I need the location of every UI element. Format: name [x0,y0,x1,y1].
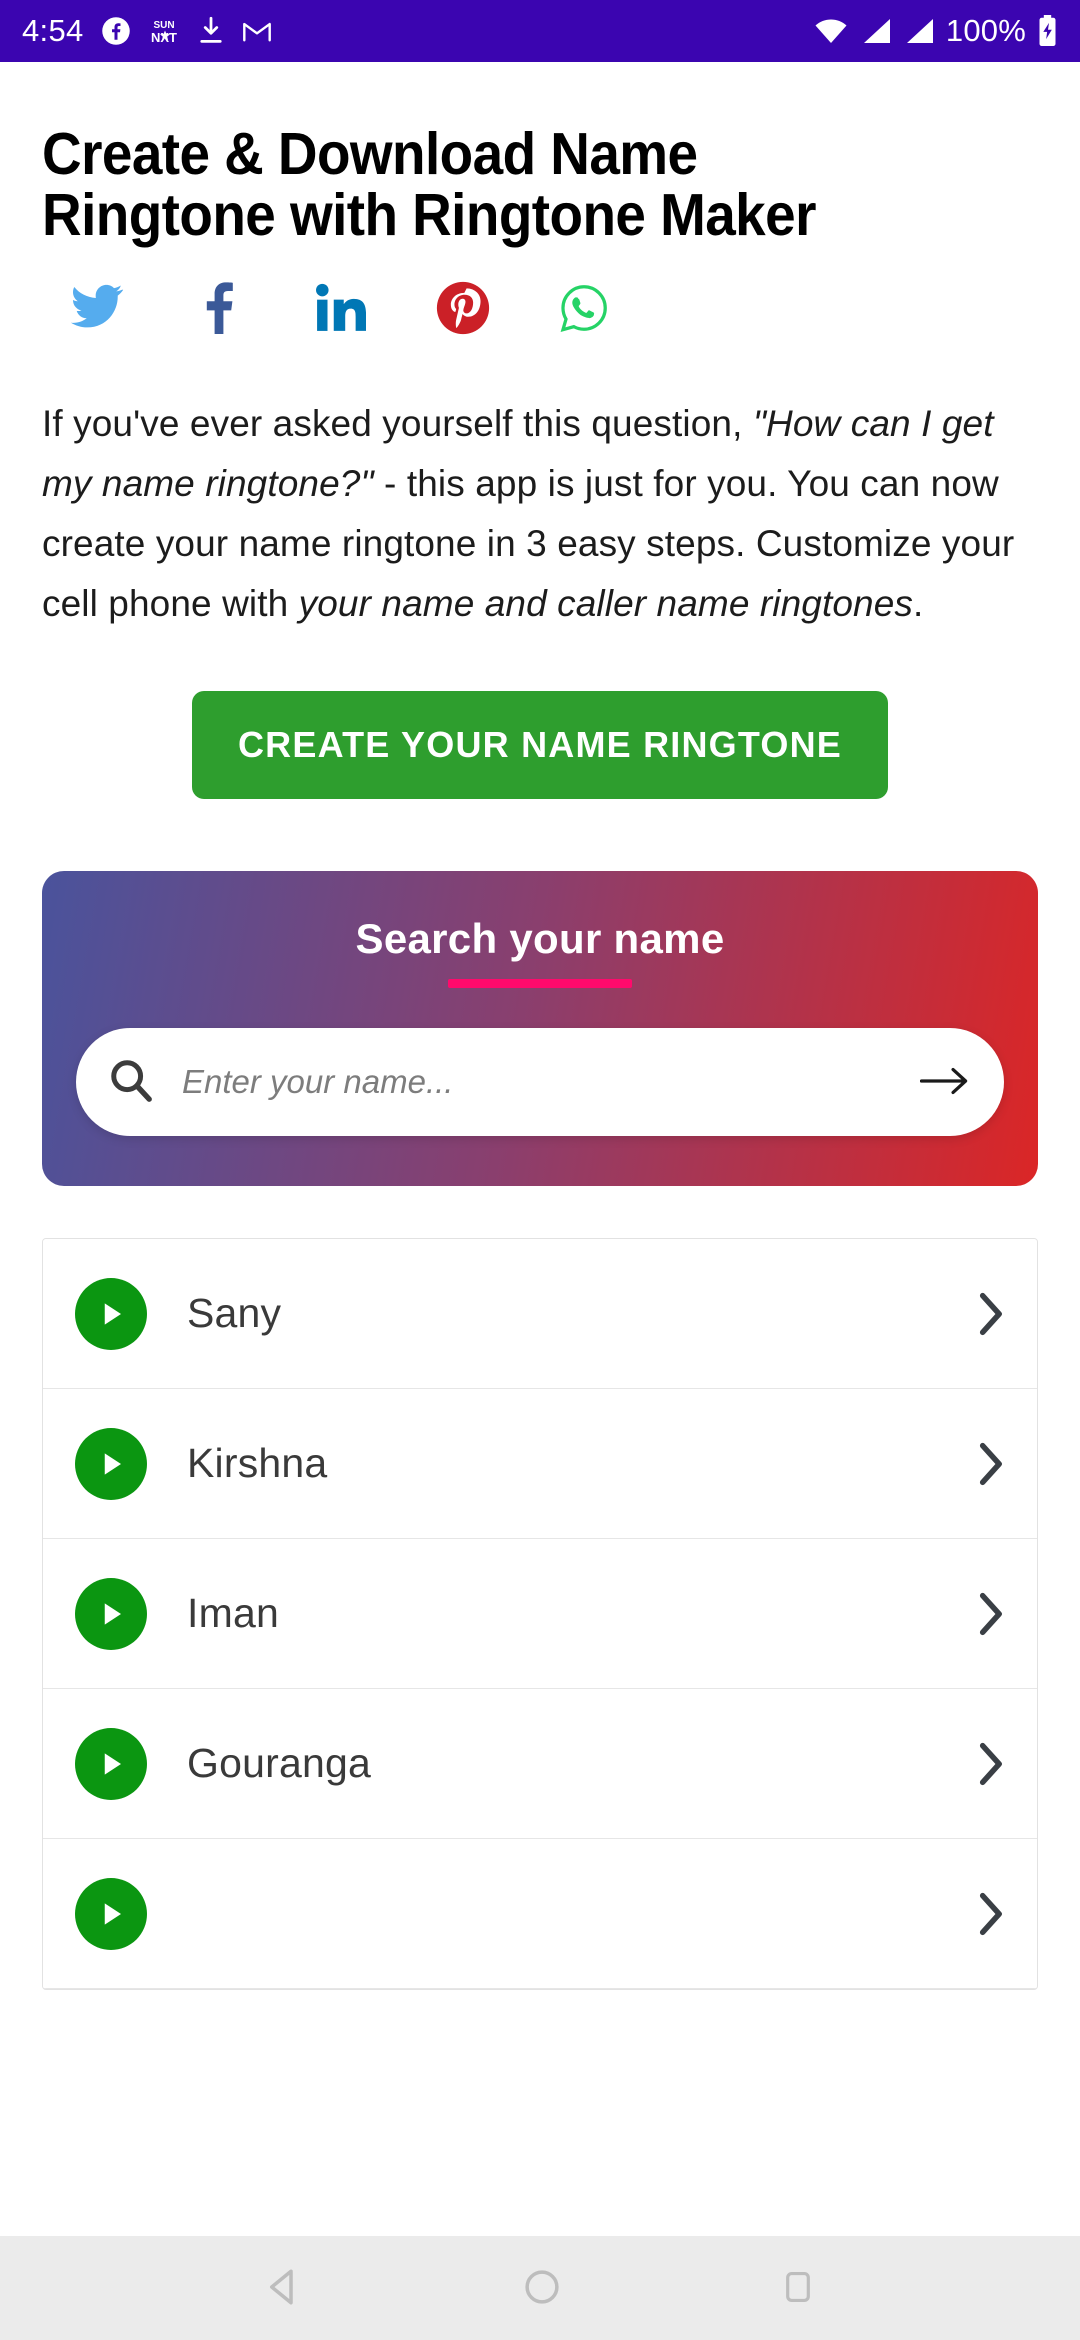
twitter-icon [70,284,124,335]
home-button[interactable] [521,2266,563,2311]
title-underline [448,979,632,989]
chevron-right-icon[interactable] [977,1292,1003,1336]
name-label: Kirshna [187,1440,328,1487]
page-title-line-2: Ringtone with Ringtone Maker [42,182,816,249]
webview-page: Create & Download Name Ringtone with Rin… [0,62,1080,2340]
play-icon[interactable] [75,1577,147,1650]
arrow-right-icon [919,1064,970,1101]
chevron-right-icon[interactable] [977,1742,1003,1786]
recents-button[interactable] [779,2266,817,2311]
create-name-ringtone-button[interactable]: CREATE YOUR NAME RINGTONE [191,691,889,800]
share-pinterest-button[interactable] [436,281,558,338]
status-bar: 4:54 SUN NXT [0,0,1080,62]
list-item[interactable]: Iman [43,1539,1037,1690]
name-list: Sany Kirshna Iman Gouranga [42,1238,1038,1991]
paragraph-part-1: If you've ever asked yourself this quest… [42,402,753,444]
back-triangle-icon [263,2266,305,2311]
share-facebook-button[interactable] [192,282,314,337]
android-nav-bar [0,2236,1080,2340]
search-submit-button[interactable] [916,1064,974,1101]
back-button[interactable] [263,2266,305,2311]
recents-square-icon [779,2266,817,2311]
whatsapp-icon [558,282,610,337]
play-icon[interactable] [75,1877,147,1950]
wifi-icon [813,16,849,46]
article-content: Create & Download Name Ringtone with Rin… [0,62,1080,2340]
battery-charging-icon [1037,15,1058,47]
paragraph-emphasis: your name and caller name ringtones [298,582,913,624]
list-item[interactable]: Gouranga [43,1689,1037,1840]
search-panel-title: Search your name [355,915,725,963]
signal-icon [860,16,892,46]
status-bar-clock: 4:54 [22,13,84,48]
pinterest-icon [436,281,490,338]
search-panel: Search your name [42,871,1038,1187]
social-share-row [42,247,1038,338]
play-icon[interactable] [75,1727,147,1800]
cta-container: CREATE YOUR NAME RINGTONE [42,633,1038,800]
page-title: Create & Download Name Ringtone with Rin… [42,62,968,247]
share-whatsapp-button[interactable] [558,282,680,337]
download-icon [197,16,225,46]
chevron-right-icon[interactable] [977,1592,1003,1636]
list-item[interactable]: Kirshna [43,1389,1037,1540]
linkedin-icon [314,283,367,336]
signal-icon [903,16,935,46]
play-icon[interactable] [75,1427,147,1500]
phone-screen: 4:54 SUN NXT [0,0,1080,2340]
facebook-icon [192,282,246,337]
play-icon[interactable] [75,1277,147,1350]
search-icon [108,1057,154,1108]
gmail-icon [242,18,272,44]
status-bar-left: 4:54 SUN NXT [22,13,272,49]
status-bar-right: 100% [813,13,1058,49]
battery-percent-label: 100% [945,13,1026,48]
sun-nxt-icon: SUN NXT [148,16,180,46]
article-paragraph: If you've ever asked yourself this quest… [42,338,1038,634]
paragraph-part-3: . [913,582,924,624]
home-circle-icon [521,2266,563,2311]
search-bar[interactable] [76,1028,1004,1137]
page-title-line-1: Create & Download Name [42,121,698,187]
chevron-right-icon[interactable] [977,1442,1003,1486]
list-item[interactable]: Sany [43,1239,1037,1390]
chevron-right-icon[interactable] [977,1892,1003,1936]
share-linkedin-button[interactable] [314,283,436,336]
name-label: Iman [187,1590,279,1637]
search-input[interactable] [154,1063,916,1102]
name-label: Gouranga [187,1740,371,1787]
share-twitter-button[interactable] [70,284,192,335]
facebook-icon [101,16,131,46]
name-label: Sany [187,1290,282,1337]
list-item[interactable] [43,1839,1037,1990]
